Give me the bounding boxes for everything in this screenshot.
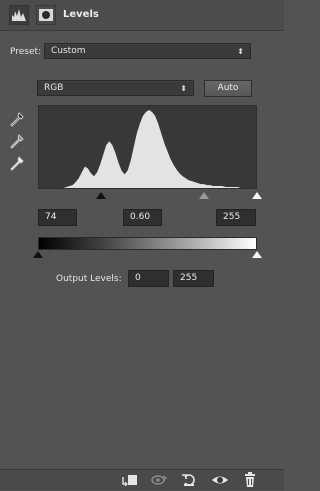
updown-arrows-icon: ⬍ — [180, 84, 187, 93]
levels-properties-panel: Levels Preset: Custom ⬍ RGB ⬍ Auto 74 0.… — [0, 0, 284, 490]
gray-point-eyedropper-icon[interactable] — [10, 134, 24, 150]
delete-trash-icon[interactable] — [241, 472, 259, 488]
black-point-eyedropper-icon[interactable] — [10, 112, 24, 128]
output-levels-label: Output Levels: — [56, 274, 122, 284]
input-shadows-slider[interactable] — [96, 192, 106, 199]
panel-header: Levels — [0, 0, 284, 31]
input-midtones-field[interactable]: 0.60 — [123, 209, 162, 226]
input-midtones-slider[interactable] — [199, 192, 209, 199]
reset-icon[interactable] — [180, 472, 198, 488]
output-high-field[interactable]: 255 — [173, 270, 214, 287]
input-shadows-field[interactable]: 74 — [38, 209, 77, 226]
updown-arrows-icon: ⬍ — [237, 47, 244, 56]
output-low-slider[interactable] — [33, 251, 43, 258]
view-previous-state-icon[interactable] — [150, 472, 168, 488]
clip-to-layer-icon[interactable] — [121, 472, 139, 488]
input-highlights-slider[interactable] — [252, 192, 262, 199]
levels-adjustment-icon[interactable] — [8, 4, 30, 26]
input-highlights-field[interactable]: 255 — [216, 209, 256, 226]
channel-value: RGB — [44, 83, 64, 93]
output-gradient-bar — [38, 237, 257, 250]
preset-dropdown[interactable]: Custom ⬍ — [44, 43, 251, 59]
white-point-eyedropper-icon[interactable] — [10, 156, 24, 172]
histogram — [38, 105, 257, 189]
preset-value: Custom — [51, 46, 86, 56]
panel-title: Levels — [63, 9, 99, 20]
preset-label: Preset: — [10, 47, 42, 57]
auto-button[interactable]: Auto — [204, 80, 252, 97]
visibility-eye-icon[interactable] — [211, 472, 229, 488]
output-high-slider[interactable] — [252, 251, 262, 258]
panel-footer — [0, 469, 284, 490]
histogram-plot — [39, 110, 256, 188]
channel-dropdown[interactable]: RGB ⬍ — [37, 80, 194, 96]
histogram-fill — [39, 110, 256, 188]
output-low-field[interactable]: 0 — [128, 270, 169, 287]
layer-mask-icon[interactable] — [35, 4, 57, 26]
